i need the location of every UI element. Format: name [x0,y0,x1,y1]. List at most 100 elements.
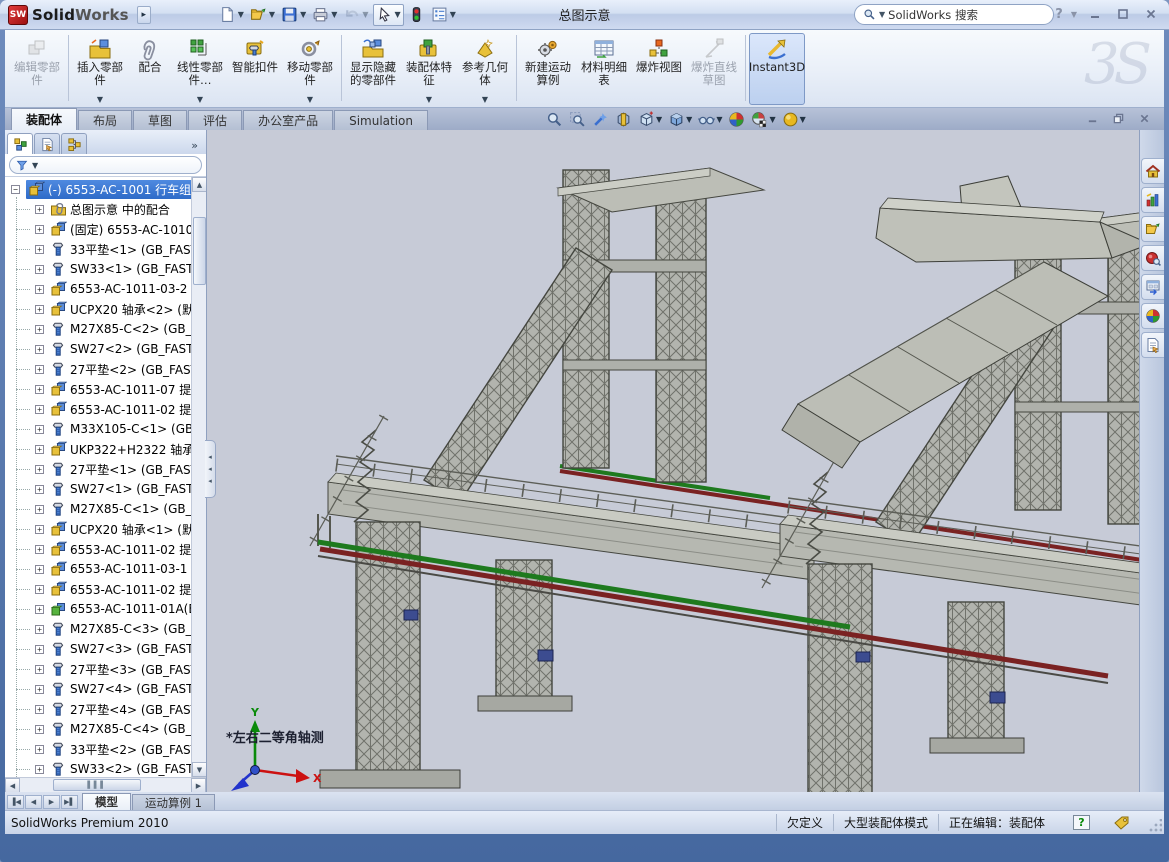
expander-expand-icon[interactable]: + [35,245,44,254]
search-input[interactable]: ▼ SolidWorks 搜索 [854,4,1054,25]
expander-expand-icon[interactable]: + [35,645,44,654]
tree-row[interactable]: +M27X85-C<3> (GB_ [5,619,191,639]
expander-expand-icon[interactable]: + [35,545,44,554]
dropdown-caret[interactable]: ▼ [800,115,806,124]
tree-row[interactable]: +SW33<2> (GB_FASTI [5,759,191,777]
ribbon-button-show-hidden[interactable]: 显示隐藏的零部件 [345,33,401,105]
zoom-area-button[interactable] [568,109,587,129]
dropdown-caret[interactable]: ▼ [769,115,775,124]
ribbon-button-reference-geometry[interactable]: 参考几何体 ▼ [457,33,513,105]
ribbon-button-insert-component[interactable]: 插入零部件 ▼ [72,33,128,105]
expander-expand-icon[interactable]: + [35,725,44,734]
viewport-3d-model[interactable]: Y X Z *左右二等角轴测 [208,130,1139,792]
ribbon-button-instant3d[interactable]: Instant3D [749,33,805,105]
tree-row[interactable]: +UKP322+H2322 轴承 [5,439,191,459]
ribbon-button-motion-study[interactable]: 新建运动算例 [520,33,576,105]
doc-close-button[interactable] [1136,110,1152,126]
expander-collapse-icon[interactable]: − [11,185,20,194]
expander-expand-icon[interactable]: + [35,685,44,694]
expander-expand-icon[interactable]: + [35,625,44,634]
expander-expand-icon[interactable]: + [35,205,44,214]
dropdown-caret[interactable]: ▼ [716,115,722,124]
view-orientation-button[interactable]: ▼ [637,109,663,129]
home-tab[interactable] [1141,158,1164,184]
expander-expand-icon[interactable]: + [35,565,44,574]
tab-configuration-manager[interactable] [61,133,87,154]
view-settings-button[interactable]: ▼ [781,109,807,129]
tag-icon[interactable] [1114,815,1130,831]
tree-row[interactable]: +6553-AC-1011-02 提 [5,399,191,419]
dropdown-caret[interactable]: ▼ [331,10,337,19]
tree-row[interactable]: +SW27<3> (GB_FASTI [5,639,191,659]
panel-splitter-handle[interactable]: ◂◂◂ [205,440,216,498]
expander-expand-icon[interactable]: + [35,405,44,414]
tree-row[interactable]: +SW27<1> (GB_FASTI [5,479,191,499]
interference-lights-button[interactable] [406,4,427,26]
document-tab-模型[interactable]: 模型 [82,793,131,810]
dropdown-caret[interactable]: ▼ [426,95,432,104]
tree-row[interactable]: +6553-AC-1011-02 提 [5,539,191,559]
menu-flyout-arrow[interactable]: ▸ [137,6,151,24]
dropdown-caret[interactable]: ▼ [482,95,488,104]
close-button[interactable] [1141,5,1161,23]
print-button[interactable]: ▼ [310,4,339,26]
expander-expand-icon[interactable]: + [35,485,44,494]
annotation-list-button[interactable]: ▼ [429,4,458,26]
help-caret[interactable]: ▼ [1071,10,1077,19]
scroll-up-button[interactable]: ▲ [192,177,206,192]
command-tab-办公室产品[interactable]: 办公室产品 [243,110,333,130]
expander-expand-icon[interactable]: + [35,765,44,774]
maximize-button[interactable] [1113,5,1133,23]
expander-expand-icon[interactable]: + [35,325,44,334]
command-tab-Simulation[interactable]: Simulation [334,110,428,130]
view-palette-tab[interactable] [1141,274,1164,300]
command-tab-评估[interactable]: 评估 [188,110,242,130]
dropdown-caret[interactable]: ▼ [307,95,313,104]
dropdown-caret[interactable]: ▼ [238,10,244,19]
minimize-button[interactable] [1085,5,1105,23]
tree-row[interactable]: −(-) 6553-AC-1001 行车组 [5,179,191,199]
ribbon-button-linear-pattern[interactable]: 线性零部件… ▼ [172,33,228,105]
ribbon-button-bill-of-materials[interactable]: 材料明细表 [576,33,632,105]
tree-row[interactable]: +UCPX20 轴承<1> (默 [5,519,191,539]
appearances-scenes-tab[interactable] [1141,303,1164,329]
undo-button[interactable]: ▼ [341,4,370,26]
tree-row[interactable]: +(固定) 6553-AC-1010 [5,219,191,239]
dropdown-caret[interactable]: ▼ [686,115,692,124]
tree-row[interactable]: +27平垫<2> (GB_FAST [5,359,191,379]
solidworks-search-tab[interactable] [1141,245,1164,271]
save-button[interactable]: ▼ [279,4,308,26]
expander-expand-icon[interactable]: + [35,705,44,714]
zoom-fit-button[interactable] [545,109,564,129]
dropdown-caret[interactable]: ▼ [656,115,662,124]
scroll-right-button[interactable]: ▶ [191,778,206,793]
expander-expand-icon[interactable]: + [35,345,44,354]
next-tab-button[interactable]: ▶ [43,795,60,809]
filter-caret[interactable]: ▼ [32,161,38,170]
tree-row[interactable]: +M27X85-C<1> (GB_ [5,499,191,519]
expander-expand-icon[interactable]: + [35,605,44,614]
expander-expand-icon[interactable]: + [35,745,44,754]
expander-expand-icon[interactable]: + [35,265,44,274]
tree-vertical-scrollbar[interactable]: ▲ ▼ [191,177,206,777]
ribbon-button-smart-fasteners[interactable]: 智能扣件 [228,33,282,105]
tree-row[interactable]: +33平垫<1> (GB_FAST [5,239,191,259]
tree-row[interactable]: +UCPX20 轴承<2> (默 [5,299,191,319]
horizontal-scroll-thumb[interactable]: ▌▌▌ [53,779,141,791]
expander-expand-icon[interactable]: + [35,385,44,394]
document-tab-运动算例 1[interactable]: 运动算例 1 [132,794,215,810]
scroll-down-button[interactable]: ▼ [192,762,206,777]
apply-scene-button[interactable]: ▼ [750,109,776,129]
tree-row[interactable]: +27平垫<3> (GB_FAST [5,659,191,679]
expander-expand-icon[interactable]: + [35,425,44,434]
custom-properties-tab[interactable] [1141,332,1164,358]
prev-tab-button[interactable]: ◀ [25,795,42,809]
edit-appearance-button[interactable] [727,109,746,129]
tree-row[interactable]: +M27X85-C<4> (GB_ [5,719,191,739]
command-tab-装配体[interactable]: 装配体 [11,108,77,130]
expander-expand-icon[interactable]: + [35,285,44,294]
file-explorer-tab[interactable] [1141,216,1164,242]
tree-row[interactable]: +33平垫<2> (GB_FAST [5,739,191,759]
vertical-scroll-thumb[interactable] [193,217,206,285]
search-scope-caret[interactable]: ▼ [879,10,885,19]
